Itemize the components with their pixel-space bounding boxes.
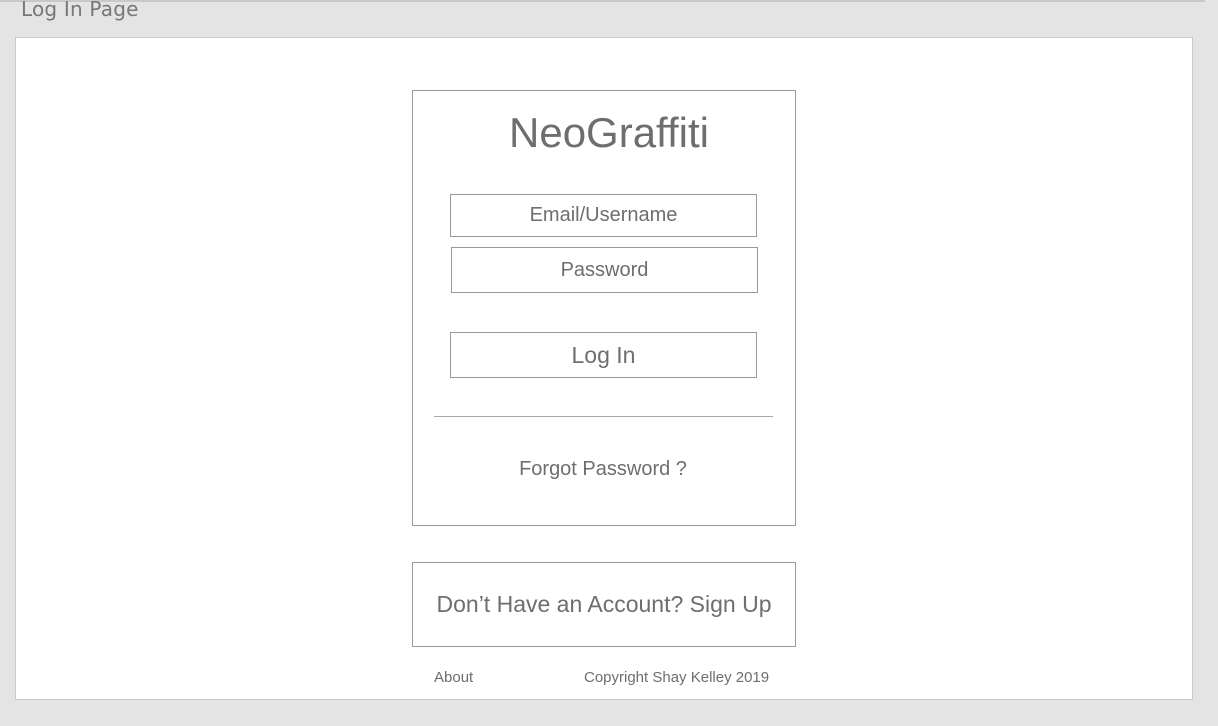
card-divider (434, 416, 773, 417)
sign-up-prompt: Don’t Have an Account? Sign Up (436, 591, 772, 617)
log-in-label: Log In (571, 341, 636, 368)
brand-title: NeoGraffiti (509, 109, 709, 156)
email-username-field[interactable]: Email/Username (450, 194, 757, 237)
top-divider (0, 0, 1205, 2)
copyright-text: Copyright Shay Kelley 2019 (584, 669, 770, 686)
page-label: Log In Page (21, 0, 139, 21)
sign-up-box[interactable]: Don’t Have an Account? Sign Up (412, 562, 796, 647)
about-link[interactable]: About (434, 668, 473, 688)
log-in-button[interactable]: Log In (450, 332, 757, 378)
password-placeholder: Password (560, 258, 649, 281)
password-field[interactable]: Password (451, 247, 758, 293)
forgot-password-link[interactable]: Forgot Password ? (412, 456, 794, 482)
email-username-placeholder: Email/Username (529, 204, 678, 226)
